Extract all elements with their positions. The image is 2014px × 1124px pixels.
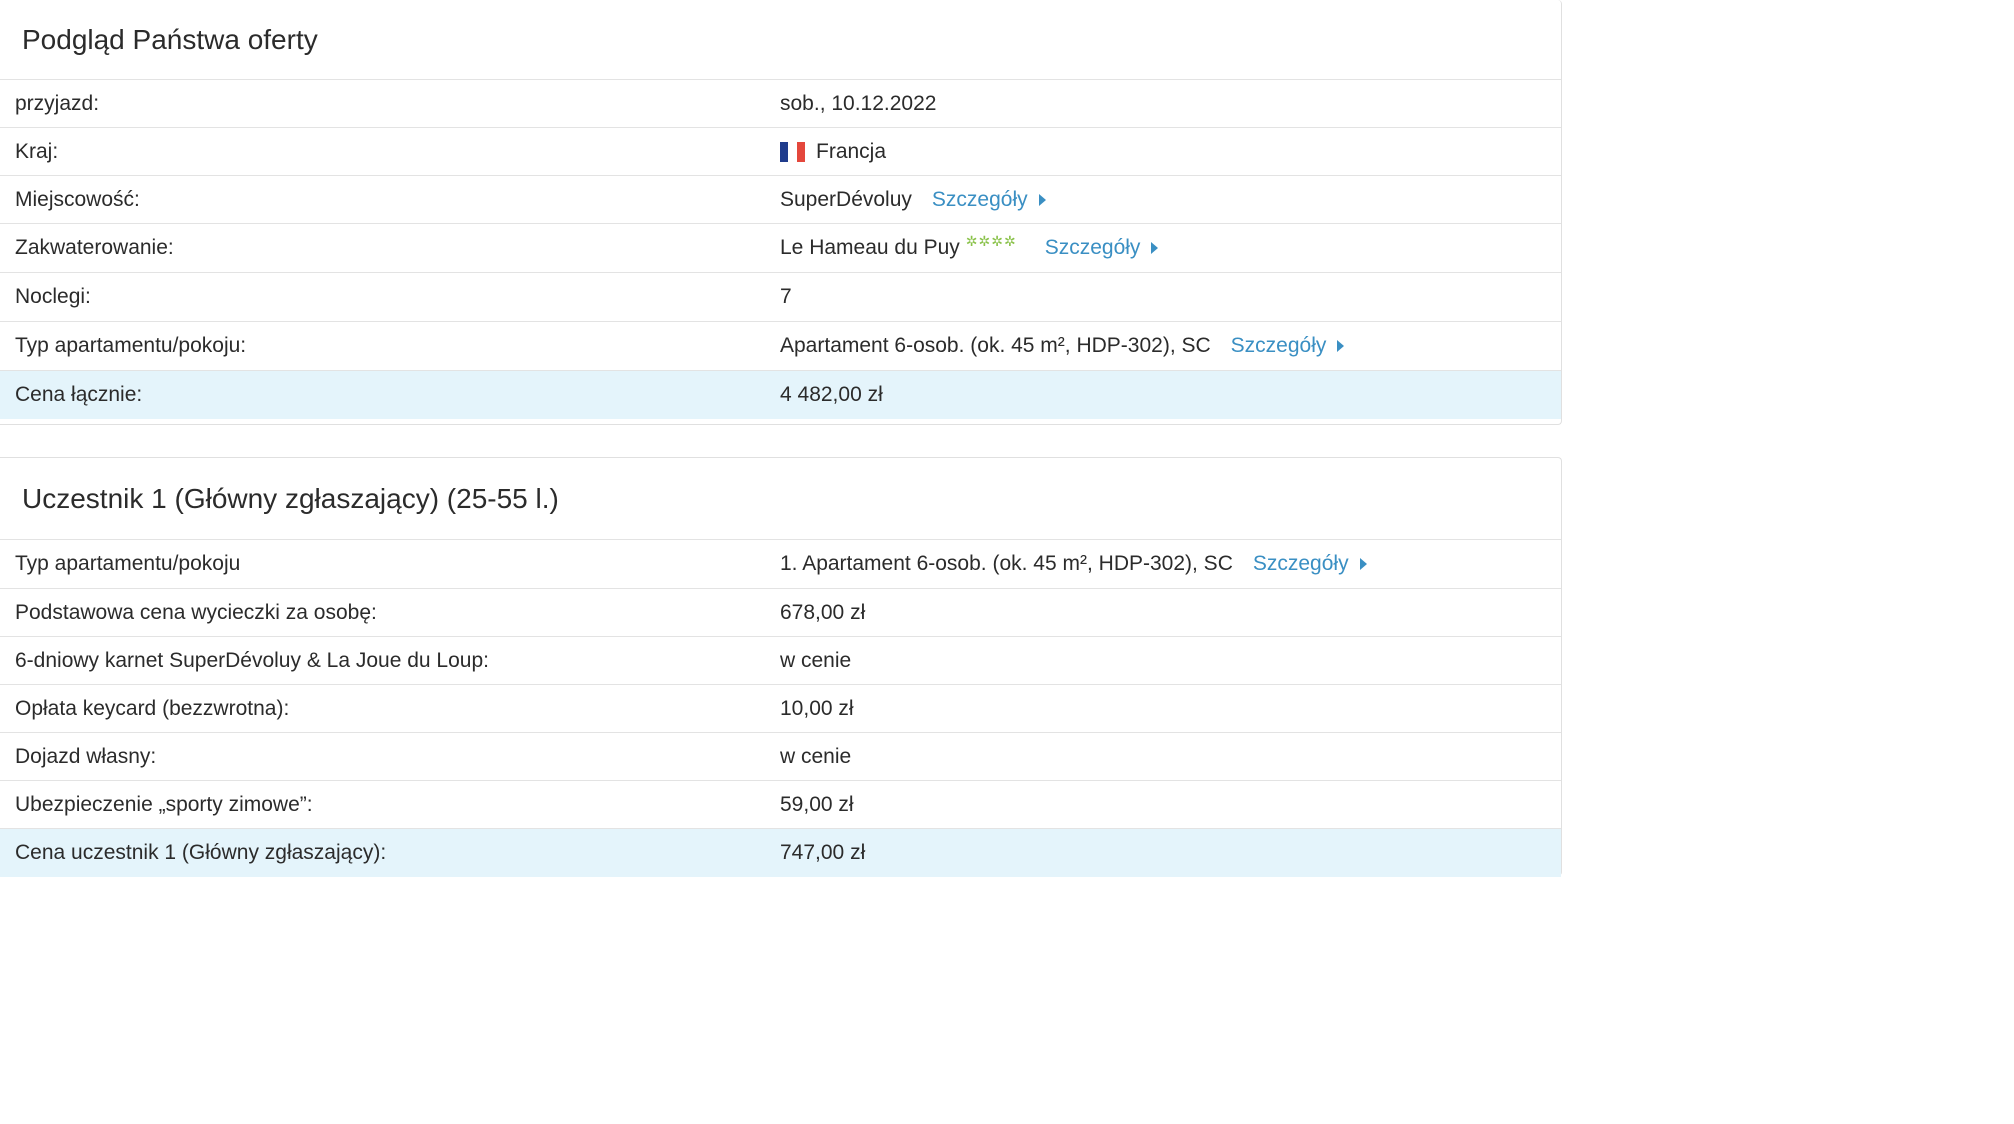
insurance-value: 59,00 zł [780,792,854,816]
ski-pass-value: w cenie [780,648,852,672]
arrival-row: przyjazd: sob., 10.12.2022 [0,80,1561,128]
arrival-label: przyjazd: [15,91,100,115]
place-value: SuperDévoluy [780,187,912,211]
participant-room-type-value: 1. Apartament 6-osob. (ok. 45 m², HDP-30… [780,552,1233,575]
keycard-label: Opłata keycard (bezzwrotna): [15,696,290,720]
insurance-row: Ubezpieczenie „sporty zimowe”: 59,00 zł [0,781,1561,829]
participant-room-type-details-link[interactable]: Szczegóły [1253,552,1367,576]
accommodation-value-container: Le Hameau du Puy ✲✲✲✲ Szczegóły [780,232,1159,260]
offer-total-value: 4 482,00 zł [780,383,883,406]
nights-value: 7 [780,285,792,308]
room-type-row: Typ apartamentu/pokoju: Apartament 6-oso… [0,322,1561,371]
travel-row: Dojazd własny: w cenie [0,733,1561,781]
participant-total-value: 747,00 zł [780,841,866,864]
participant-room-type-row: Typ apartamentu/pokoju 1. Apartament 6-o… [0,540,1561,589]
participant-room-type-details-link-label: Szczegóły [1252,552,1349,575]
place-value-container: SuperDévoluy Szczegóły [780,188,1046,212]
flag-france-icon [780,141,805,162]
participant-title: Uczestnik 1 (Główny zgłaszający) (25-55 … [0,458,1561,540]
base-price-value: 678,00 zł [780,600,866,624]
place-row: Miejscowość: SuperDévoluy Szczegóły [0,176,1561,224]
rating-stars-icon: ✲✲✲✲ [965,232,1017,249]
caret-right-icon [1038,193,1046,206]
accommodation-label: Zakwaterowanie: [15,236,174,259]
base-price-label: Podstawowa cena wycieczki za osobę: [15,600,377,624]
ski-pass-label: 6-dniowy karnet SuperDévoluy & La Joue d… [15,648,489,672]
nights-row: Noclegi: 7 [0,273,1561,322]
country-value: Francja [816,139,887,163]
accommodation-details-link[interactable]: Szczegóły [1045,236,1159,260]
room-type-details-link-label: Szczegóły [1230,334,1327,357]
participant-room-type-value-container: 1. Apartament 6-osob. (ok. 45 m², HDP-30… [780,552,1367,576]
room-type-details-link[interactable]: Szczegóły [1231,334,1345,358]
travel-label: Dojazd własny: [15,744,157,768]
offer-summary-title: Podgląd Państwa oferty [0,0,1561,80]
participant-panel: Uczestnik 1 (Główny zgłaszający) (25-55 … [0,457,1562,877]
participant-room-type-label: Typ apartamentu/pokoju [15,552,241,575]
nights-label: Noclegi: [15,285,91,308]
place-details-link[interactable]: Szczegóły [932,188,1046,212]
room-type-value: Apartament 6-osob. (ok. 45 m², HDP-302),… [780,334,1211,357]
caret-right-icon [1337,340,1345,352]
offer-total-row: Cena łącznie: 4 482,00 zł [0,371,1561,419]
country-row: Kraj: Francja [0,128,1561,176]
ski-pass-row: 6-dniowy karnet SuperDévoluy & La Joue d… [0,637,1561,685]
offer-summary-panel: Podgląd Państwa oferty przyjazd: sob., 1… [0,0,1562,425]
keycard-value: 10,00 zł [780,696,854,720]
place-label: Miejscowość: [15,187,140,211]
accommodation-value: Le Hameau du Puy [780,236,960,259]
participant-total-label: Cena uczestnik 1 (Główny zgłaszający): [15,841,387,864]
arrival-value: sob., 10.12.2022 [780,91,937,115]
participant-total-row: Cena uczestnik 1 (Główny zgłaszający): 7… [0,829,1561,877]
travel-value: w cenie [780,744,852,768]
place-details-link-label: Szczegóły [931,187,1028,211]
caret-right-icon [1151,242,1159,254]
caret-right-icon [1359,558,1367,570]
base-price-row: Podstawowa cena wycieczki za osobę: 678,… [0,589,1561,637]
accommodation-details-link-label: Szczegóły [1044,236,1141,259]
room-type-value-container: Apartament 6-osob. (ok. 45 m², HDP-302),… [780,334,1345,358]
keycard-row: Opłata keycard (bezzwrotna): 10,00 zł [0,685,1561,733]
room-type-label: Typ apartamentu/pokoju: [15,334,247,357]
country-value-container: Francja [780,140,886,164]
insurance-label: Ubezpieczenie „sporty zimowe”: [15,792,313,816]
offer-total-label: Cena łącznie: [15,383,143,406]
country-label: Kraj: [15,139,59,163]
accommodation-row: Zakwaterowanie: Le Hameau du Puy ✲✲✲✲ Sz… [0,224,1561,273]
